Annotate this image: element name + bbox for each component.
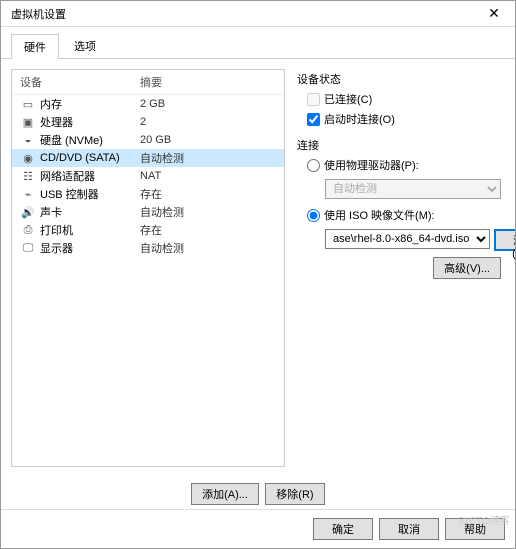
hardware-icon: ⎙	[20, 224, 36, 237]
physical-drive-label: 使用物理驱动器(P):	[324, 157, 419, 173]
add-button[interactable]: 添加(A)...	[191, 483, 259, 505]
connection-group: 连接 使用物理驱动器(P): 自动检测 使用 ISO 映像文件(M):	[297, 137, 501, 279]
hardware-row[interactable]: ⎙ 打印机 存在	[12, 221, 284, 239]
hardware-summary: 自动检测	[140, 204, 276, 220]
dialog-title: 虚拟机设置	[11, 6, 66, 22]
hardware-icon: ☷	[20, 170, 36, 183]
connect-at-power-label: 启动时连接(O)	[324, 111, 395, 127]
hardware-device-cell: ☷ 网络适配器	[20, 168, 140, 184]
watermark: 51CTO博客	[458, 512, 510, 527]
iso-label: 使用 ISO 映像文件(M):	[324, 207, 435, 223]
header-summary: 摘要	[140, 74, 276, 90]
hardware-name: 显示器	[40, 240, 73, 256]
hardware-name: 打印机	[40, 222, 73, 238]
hardware-row[interactable]: ⌁ USB 控制器 存在	[12, 185, 284, 203]
hardware-summary: 存在	[140, 222, 276, 238]
titlebar: 虚拟机设置 ✕	[1, 1, 515, 27]
iso-path-select[interactable]: ase\rhel-8.0-x86_64-dvd.iso	[325, 229, 490, 249]
iso-radio-row[interactable]: 使用 ISO 映像文件(M):	[307, 207, 501, 223]
hardware-list-header: 设备 摘要	[12, 70, 284, 95]
hardware-row[interactable]: ▭ 内存 2 GB	[12, 95, 284, 113]
hardware-list[interactable]: ▭ 内存 2 GB ▣ 处理器 2 ◒ 硬盘 (NVMe) 20 GB ◉ CD/DVD (SATA…	[12, 95, 284, 466]
hardware-row[interactable]: ◒ 硬盘 (NVMe) 20 GB	[12, 131, 284, 149]
close-button[interactable]: ✕	[479, 3, 509, 25]
cancel-button[interactable]: 取消	[379, 518, 439, 540]
hardware-icon: ▣	[20, 116, 36, 129]
connected-label: 已连接(C)	[324, 91, 372, 107]
header-device: 设备	[20, 74, 140, 90]
physical-drive-radio[interactable]	[307, 159, 320, 172]
hardware-device-cell: 🔊 声卡	[20, 204, 140, 220]
connected-checkbox-row[interactable]: 已连接(C)	[307, 91, 501, 107]
hardware-list-panel: 设备 摘要 ▭ 内存 2 GB ▣ 处理器 2 ◒ 硬盘 (NVMe) 20 GB ◉ CD/DVD…	[11, 69, 285, 467]
hardware-summary: 存在	[140, 186, 276, 202]
connection-label: 连接	[297, 137, 501, 153]
hardware-name: 声卡	[40, 204, 62, 220]
hardware-device-cell: ⎙ 打印机	[20, 222, 140, 238]
content-area: 设备 摘要 ▭ 内存 2 GB ▣ 处理器 2 ◒ 硬盘 (NVMe) 20 GB ◉ CD/DVD…	[1, 59, 515, 477]
tab-options[interactable]: 选项	[61, 33, 109, 58]
vm-settings-dialog: 虚拟机设置 ✕ 硬件 选项 设备 摘要 ▭ 内存 2 GB ▣ 处理器 2 ◒ 硬盘 (NVM…	[0, 0, 516, 549]
connect-at-power-row[interactable]: 启动时连接(O)	[307, 111, 501, 127]
hardware-device-cell: ⌁ USB 控制器	[20, 186, 140, 202]
hardware-summary: 自动检测	[140, 150, 276, 166]
hardware-row[interactable]: 🖵 显示器 自动检测	[12, 239, 284, 257]
hardware-name: CD/DVD (SATA)	[40, 152, 120, 164]
connect-at-power-checkbox[interactable]	[307, 113, 320, 126]
close-icon: ✕	[488, 5, 500, 22]
hardware-name: 网络适配器	[40, 168, 95, 184]
remove-button[interactable]: 移除(R)	[265, 483, 325, 505]
hardware-name: 内存	[40, 96, 62, 112]
browse-button[interactable]: 浏览(B)...	[494, 229, 515, 251]
tab-strip: 硬件 选项	[1, 27, 515, 59]
hardware-summary: 自动检测	[140, 240, 276, 256]
hardware-name: 处理器	[40, 114, 73, 130]
hardware-icon: ◉	[20, 152, 36, 165]
advanced-button[interactable]: 高级(V)...	[433, 257, 501, 279]
device-status-label: 设备状态	[297, 71, 501, 87]
hardware-row[interactable]: ▣ 处理器 2	[12, 113, 284, 131]
hardware-icon: 🔊	[20, 206, 36, 219]
hardware-icon: 🖵	[20, 242, 36, 255]
hardware-device-cell: ▣ 处理器	[20, 114, 140, 130]
hardware-row[interactable]: ☷ 网络适配器 NAT	[12, 167, 284, 185]
hardware-summary: 2 GB	[140, 98, 276, 110]
hardware-action-row: 添加(A)... 移除(R)	[1, 477, 515, 509]
dialog-footer: 确定 取消 帮助	[1, 509, 515, 548]
ok-button[interactable]: 确定	[313, 518, 373, 540]
hardware-icon: ◒	[20, 134, 36, 146]
iso-radio[interactable]	[307, 209, 320, 222]
hardware-icon: ⌁	[20, 188, 36, 201]
hardware-device-cell: ◉ CD/DVD (SATA)	[20, 152, 140, 165]
device-status-group: 设备状态 已连接(C) 启动时连接(O)	[297, 71, 501, 127]
device-detail-panel: 设备状态 已连接(C) 启动时连接(O) 连接	[293, 69, 505, 467]
hardware-device-cell: ◒ 硬盘 (NVMe)	[20, 132, 140, 148]
hardware-summary: 2	[140, 116, 276, 128]
hardware-name: USB 控制器	[40, 186, 99, 202]
hardware-device-cell: ▭ 内存	[20, 96, 140, 112]
physical-drive-select: 自动检测	[325, 179, 501, 199]
hardware-summary: 20 GB	[140, 134, 276, 146]
hardware-summary: NAT	[140, 170, 276, 182]
connected-checkbox	[307, 93, 320, 106]
tab-hardware[interactable]: 硬件	[11, 34, 59, 59]
hardware-device-cell: 🖵 显示器	[20, 240, 140, 256]
hardware-row[interactable]: 🔊 声卡 自动检测	[12, 203, 284, 221]
hardware-row[interactable]: ◉ CD/DVD (SATA) 自动检测	[12, 149, 284, 167]
hardware-icon: ▭	[20, 98, 36, 111]
physical-drive-radio-row[interactable]: 使用物理驱动器(P):	[307, 157, 501, 173]
hardware-name: 硬盘 (NVMe)	[40, 132, 103, 148]
